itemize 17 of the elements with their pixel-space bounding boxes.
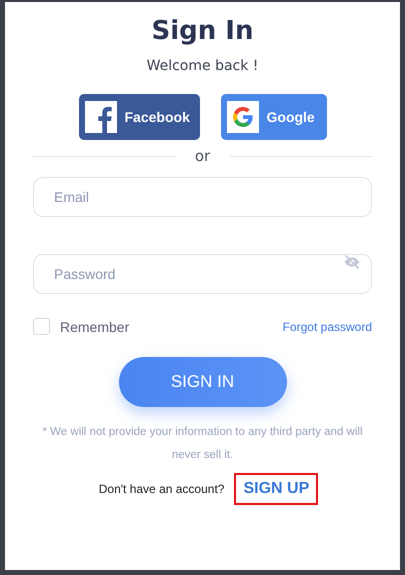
subtitle: Welcome back ! <box>146 58 258 74</box>
facebook-logo-icon <box>84 101 116 133</box>
signup-prompt: Don't have an account? <box>98 482 224 496</box>
facebook-button[interactable]: Facebook <box>78 94 200 140</box>
google-logo-icon <box>226 101 258 133</box>
forgot-password-link[interactable]: Forgot password <box>282 320 372 334</box>
disclaimer-text: * We will not provide your information to any third party and will never sell it. <box>41 425 364 463</box>
sign-in-button[interactable]: SIGN IN <box>118 357 286 407</box>
hidden-eye-icon[interactable] <box>344 254 360 270</box>
divider-text: or <box>194 147 210 165</box>
title: Sign In <box>152 16 254 46</box>
remember-label: Remember <box>60 318 130 334</box>
google-button[interactable]: Google <box>220 94 326 140</box>
sign-up-link[interactable]: SIGN UP <box>234 473 318 505</box>
password-field[interactable]: Password <box>33 254 372 294</box>
remember-checkbox[interactable] <box>33 318 50 335</box>
email-field[interactable]: Email <box>33 177 372 217</box>
